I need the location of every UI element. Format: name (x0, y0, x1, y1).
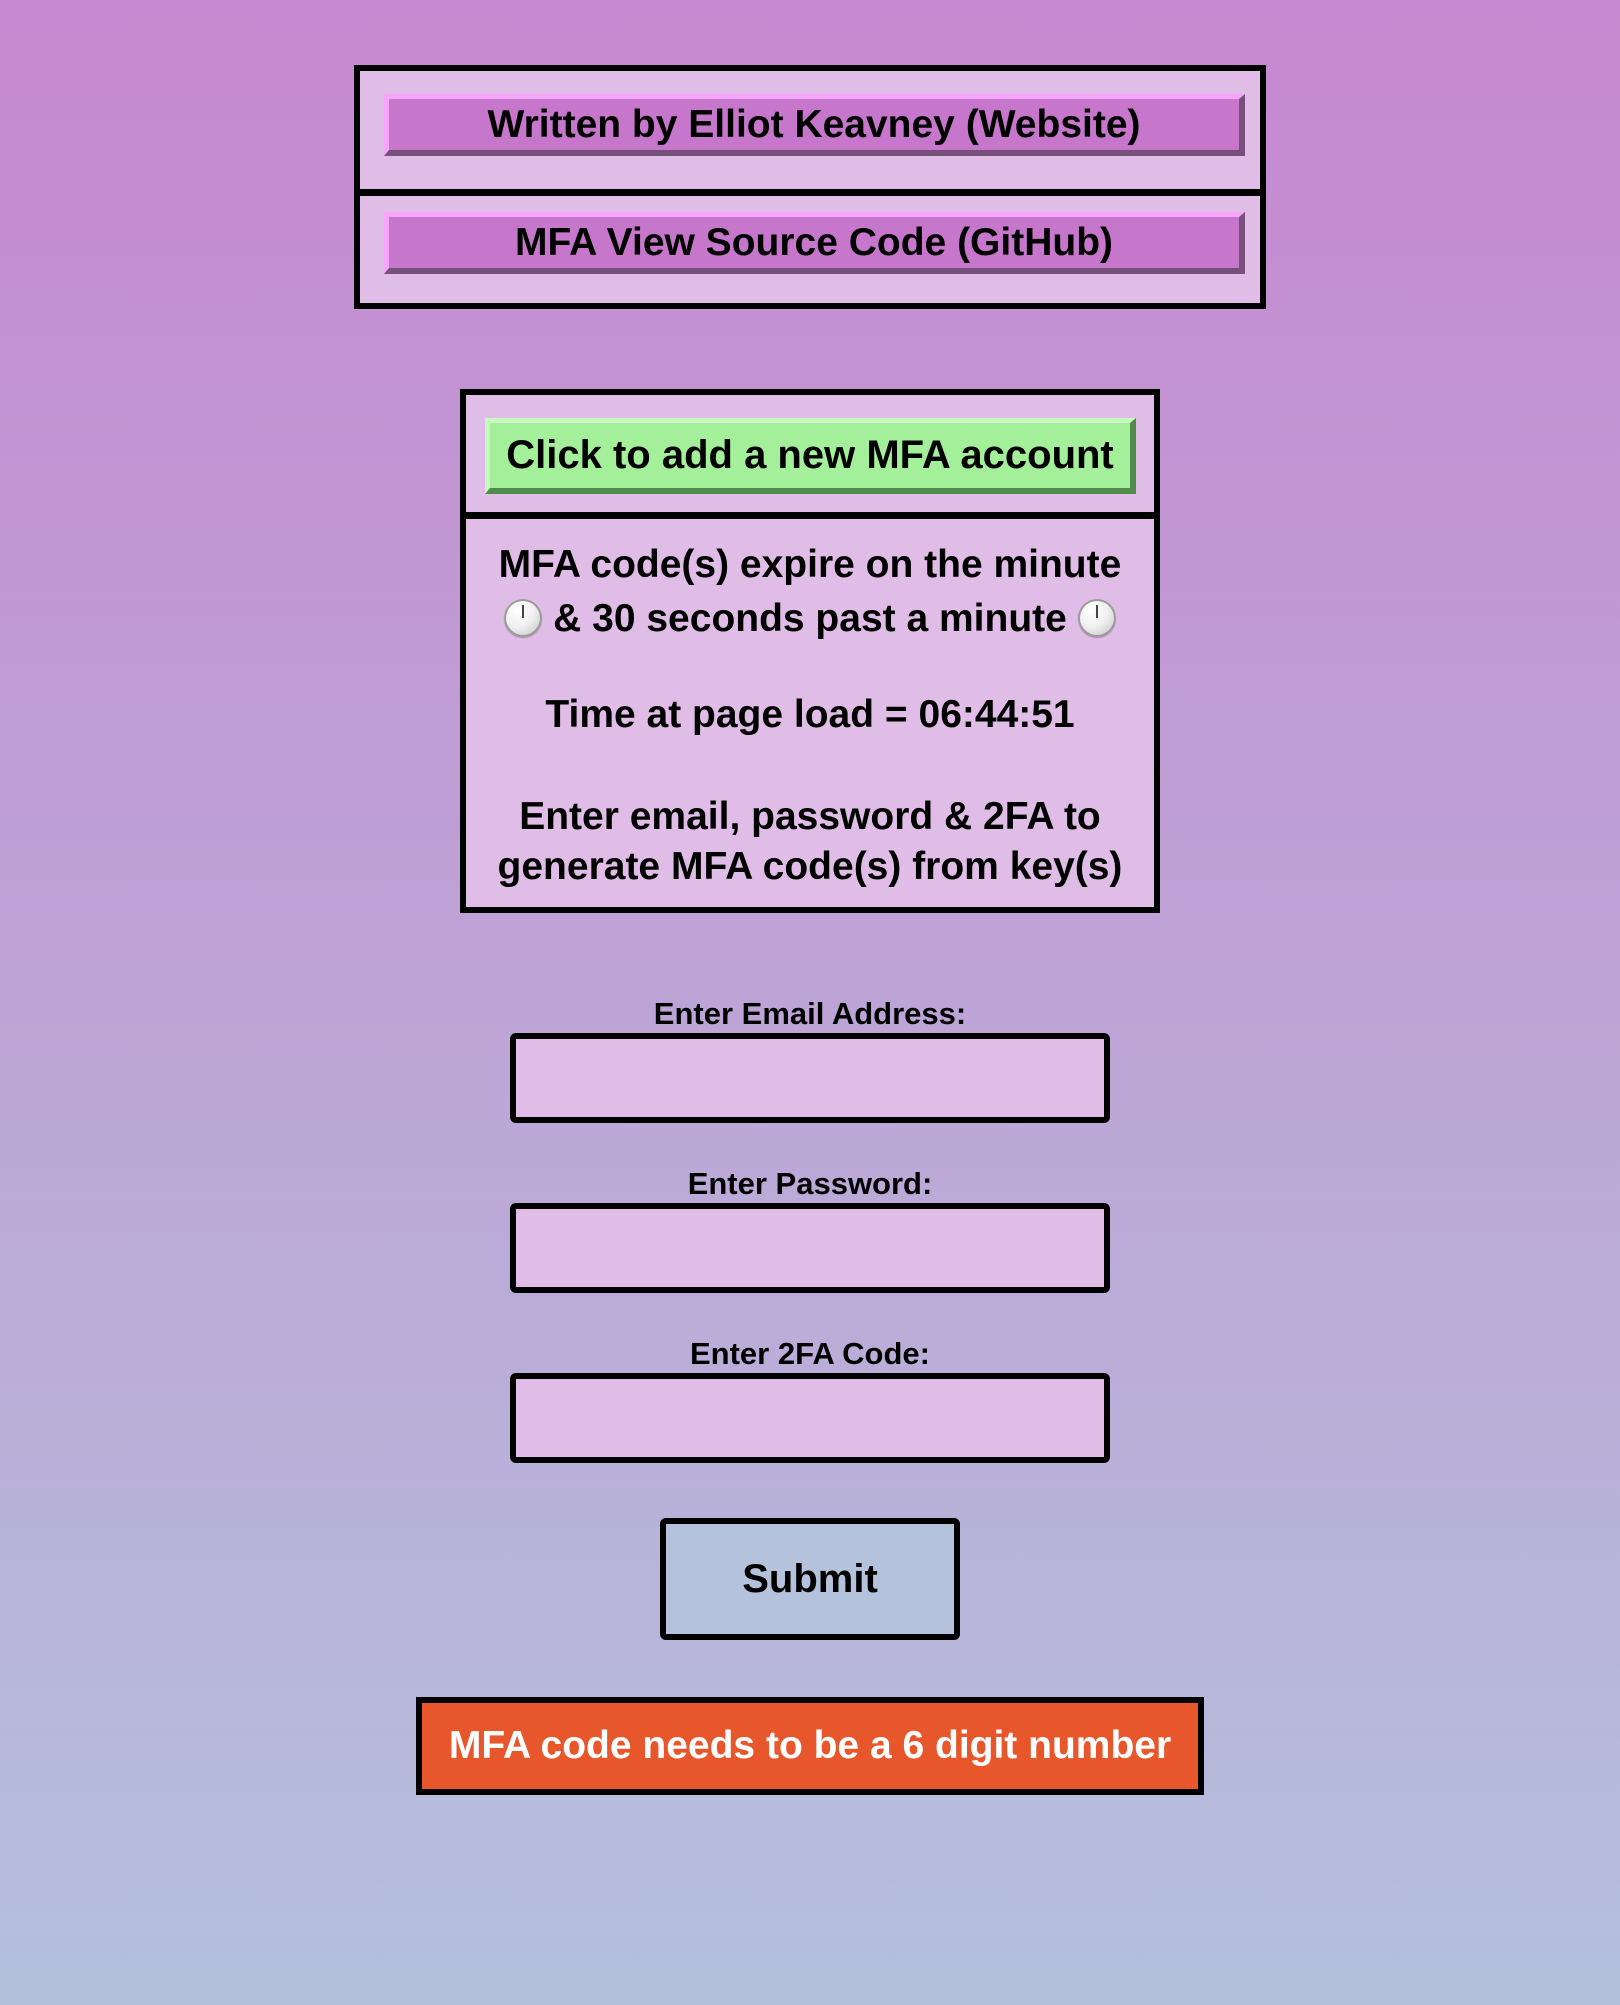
author-website-link[interactable]: Written by Elliot Keavney (Website) (384, 94, 1245, 156)
expiry-notice-line2-row: & 30 seconds past a minute (466, 592, 1154, 646)
page-load-time: Time at page load = 06:44:51 (545, 693, 1075, 736)
password-label: Enter Password: (687, 1166, 933, 1201)
twofa-code-field[interactable] (510, 1373, 1110, 1463)
source-code-link[interactable]: MFA View Source Code (GitHub) (384, 212, 1245, 274)
instructions-line2: generate MFA code(s) from key(s) (497, 845, 1123, 888)
error-message: MFA code needs to be a 6 digit number (416, 1697, 1204, 1795)
links-divider (360, 189, 1260, 196)
instructions: Enter email, password & 2FA to generate … (466, 792, 1154, 892)
expiry-notice: MFA code(s) expire on the minute & 30 se… (466, 538, 1154, 646)
clock-icon (1077, 599, 1116, 637)
expiry-notice-line2: & 30 seconds past a minute (553, 597, 1067, 640)
add-mfa-account-button[interactable]: Click to add a new MFA account (485, 418, 1136, 494)
info-panel: Click to add a new MFA account MFA code(… (460, 389, 1160, 913)
instructions-line1: Enter email, password & 2FA to (519, 795, 1101, 838)
email-label: Enter Email Address: (653, 996, 967, 1031)
submit-button[interactable]: Submit (660, 1518, 960, 1640)
expiry-notice-line1: MFA code(s) expire on the minute (498, 543, 1122, 586)
email-field[interactable] (510, 1033, 1110, 1123)
password-field[interactable] (510, 1203, 1110, 1293)
twofa-label: Enter 2FA Code: (690, 1336, 930, 1371)
clock-icon (504, 599, 543, 637)
info-divider (466, 512, 1154, 519)
links-panel: Written by Elliot Keavney (Website) MFA … (354, 65, 1266, 309)
